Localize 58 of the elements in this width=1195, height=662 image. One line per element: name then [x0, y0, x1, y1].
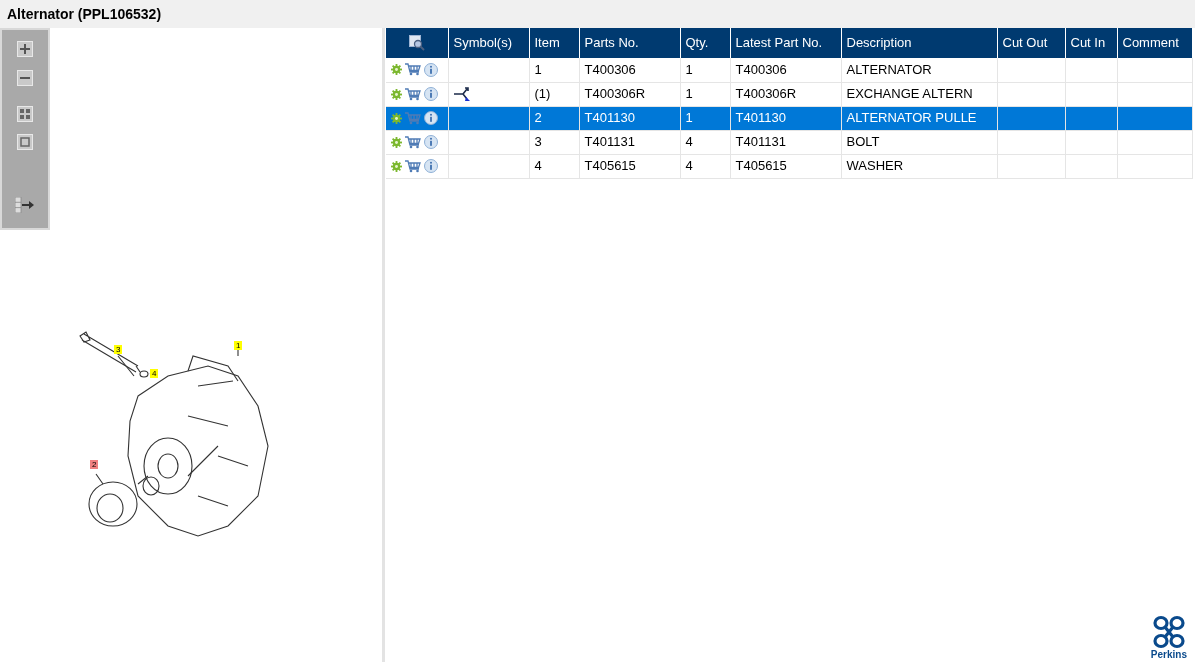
info-icon[interactable] [424, 159, 438, 173]
callout-label[interactable]: 4 [150, 369, 159, 378]
table-cell: BOLT [846, 134, 880, 150]
cart-icon[interactable] [405, 159, 421, 173]
square-icon[interactable] [17, 134, 33, 150]
table-cell: 2 [534, 110, 542, 126]
table-cell: T400306 [584, 62, 636, 77]
table-cell: T401131 [584, 134, 635, 150]
table-cell: T405615 [735, 158, 787, 174]
info-icon[interactable] [424, 62, 438, 77]
table-row[interactable]: 2 T401130 1 T401130 ALTERNATOR PULLE [386, 106, 1192, 130]
table-row[interactable]: 1 T400306 1 T400306 ALTERNATOR [386, 58, 1192, 82]
table-cell: T401130 [735, 110, 786, 126]
table-cell: T401130 [584, 110, 635, 126]
search-icon[interactable] [408, 35, 425, 51]
cart-icon[interactable] [405, 63, 421, 77]
table-cell: T401131 [735, 134, 786, 150]
table-cell: WASHER [846, 158, 904, 174]
table-cell: 3 [534, 134, 542, 150]
table-row[interactable]: 4 T405615 4 T405615 WASHER [386, 154, 1192, 178]
table-cell: 1 [685, 110, 693, 126]
gear-icon[interactable] [391, 136, 402, 148]
table-cell: T400306R [584, 86, 646, 102]
logo-text: Perkins [1150, 649, 1187, 660]
table-cell: 1 [534, 62, 542, 77]
table-cell: 4 [685, 134, 693, 150]
window-title: Alternator (PPL106532) [7, 4, 162, 24]
table-cell: ALTERNATOR PULLE [846, 110, 977, 126]
callout-label[interactable]: 2 [90, 460, 99, 469]
exchange-arrow-icon [453, 86, 472, 102]
gear-icon[interactable] [391, 112, 402, 124]
zoom-out-icon[interactable] [17, 70, 33, 86]
fit-grid-icon[interactable] [17, 106, 33, 122]
table-cell: T400306 [735, 62, 787, 77]
list-arrow-icon[interactable] [15, 197, 35, 213]
callout-label[interactable]: 1 [234, 341, 243, 350]
info-icon[interactable] [424, 87, 438, 101]
table-cell: ALTERNATOR [846, 62, 932, 77]
gear-icon[interactable] [391, 64, 402, 76]
gear-icon[interactable] [391, 160, 402, 172]
table-cell: 1 [685, 62, 693, 77]
table-cell: 4 [685, 158, 693, 174]
info-icon[interactable] [424, 135, 438, 149]
table-cell: T400306R [735, 86, 797, 102]
table-row[interactable]: (1) T400306R 1 T400306R EXCHANGE ALTERN [386, 82, 1192, 106]
logo-icon [1151, 615, 1186, 649]
gear-icon[interactable] [391, 88, 402, 100]
table-cell: EXCHANGE ALTERN [846, 86, 973, 102]
table-cell: 4 [534, 158, 542, 174]
callout-label[interactable]: 3 [114, 345, 123, 354]
info-icon[interactable] [424, 111, 438, 125]
cart-icon[interactable] [405, 135, 421, 149]
table-cell: T405615 [584, 158, 636, 174]
zoom-in-icon[interactable] [17, 41, 33, 57]
cart-icon[interactable] [405, 87, 421, 101]
table-row[interactable]: 3 T401131 4 T401131 BOLT [386, 130, 1192, 154]
table-cell: (1) [534, 86, 551, 102]
table-cell: 1 [685, 86, 693, 102]
